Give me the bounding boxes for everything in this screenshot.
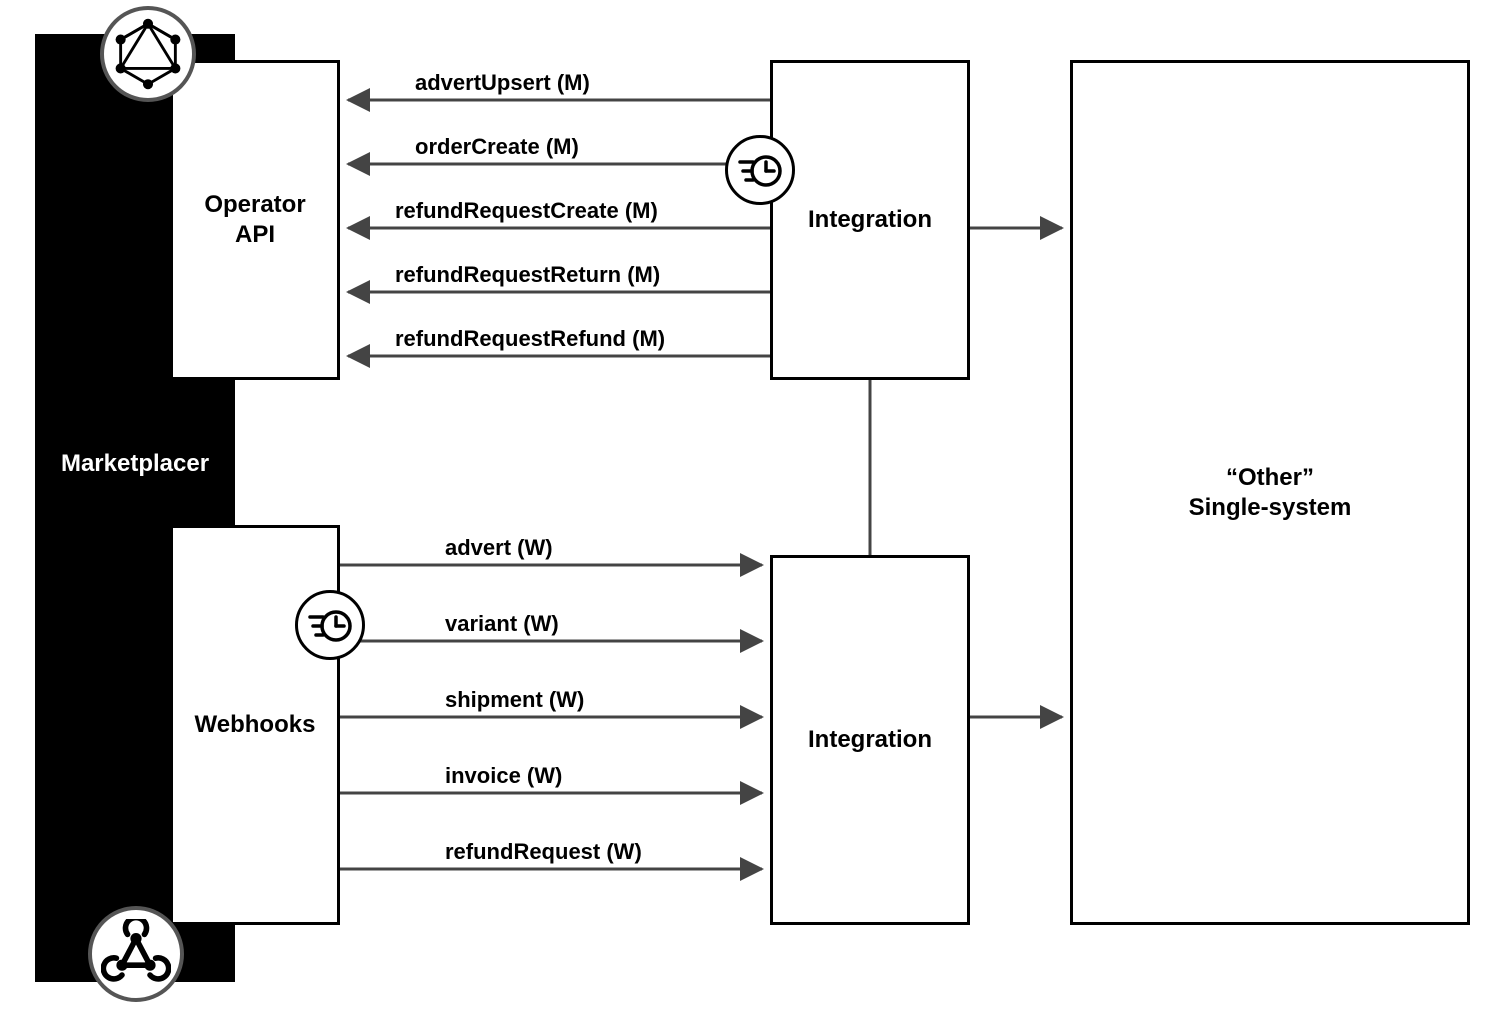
integration-bottom-label: Integration <box>808 726 932 754</box>
webhook-label-1: variant (W) <box>445 611 559 637</box>
integration-bottom-box: Integration <box>770 555 970 925</box>
integration-top-box: Integration <box>770 60 970 380</box>
scheduled-icon <box>295 590 365 660</box>
scheduled-icon <box>725 135 795 205</box>
webhook-label-4: refundRequest (W) <box>445 839 642 865</box>
operator-api-label-line1: Operator <box>204 190 305 220</box>
operator-api-label: Operator API <box>204 190 305 250</box>
operator-api-label-line2: API <box>204 220 305 250</box>
mutation-label-1: orderCreate (M) <box>415 134 579 160</box>
mutation-label-2: refundRequestCreate (M) <box>395 198 658 224</box>
other-system-box: “Other” Single-system <box>1070 60 1470 925</box>
webhook-label-0: advert (W) <box>445 535 553 561</box>
integration-top-label: Integration <box>808 206 932 234</box>
other-system-label-line2: Single-system <box>1189 493 1352 523</box>
webhook-label-3: invoice (W) <box>445 763 562 789</box>
webhooks-label: Webhooks <box>195 711 316 739</box>
mutation-label-0: advertUpsert (M) <box>415 70 590 96</box>
mutation-label-3: refundRequestReturn (M) <box>395 262 660 288</box>
webhook-icon <box>88 906 184 1002</box>
other-system-label-line1: “Other” <box>1189 463 1352 493</box>
marketplacer-label: Marketplacer <box>35 450 235 478</box>
other-system-label: “Other” Single-system <box>1189 463 1352 523</box>
webhook-label-2: shipment (W) <box>445 687 584 713</box>
operator-api-box: Operator API <box>170 60 340 380</box>
mutation-label-4: refundRequestRefund (M) <box>395 326 665 352</box>
graphql-icon <box>100 6 196 102</box>
webhooks-box: Webhooks <box>170 525 340 925</box>
